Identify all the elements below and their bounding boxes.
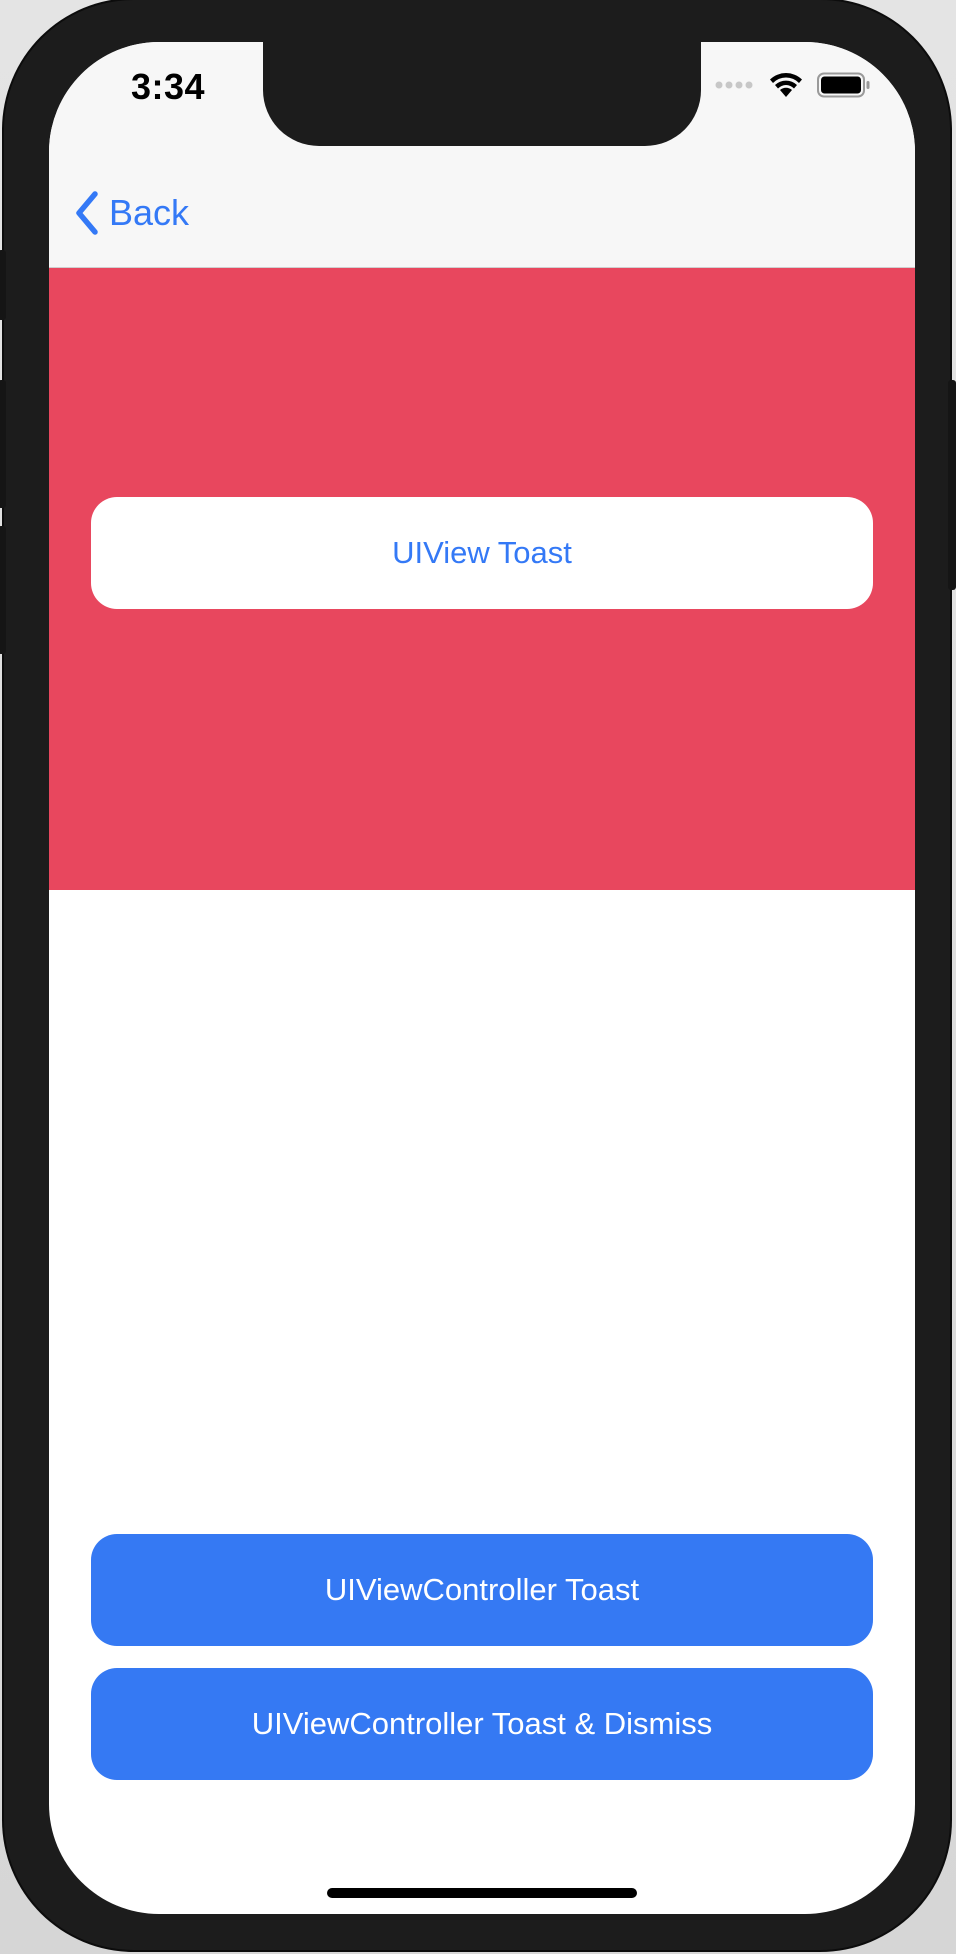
signal-icon <box>715 81 753 89</box>
uiview-toast-label: UIView Toast <box>392 535 572 570</box>
device-notch <box>263 42 701 146</box>
navigation-bar: Back <box>49 168 915 268</box>
uiviewcontroller-toast-dismiss-label: UIViewController Toast & Dismiss <box>251 1706 713 1741</box>
phone-screen: 3:34 Back UIView Toast UIViewController … <box>49 42 915 1914</box>
uiviewcontroller-toast-dismiss-button[interactable]: UIViewController Toast & Dismiss <box>91 1668 873 1780</box>
status-icons <box>715 72 871 98</box>
uiview-toast-button[interactable]: UIView Toast <box>91 497 873 609</box>
status-time: 3:34 <box>131 66 206 107</box>
wifi-icon <box>770 73 802 97</box>
chevron-left-icon <box>76 191 98 235</box>
volume-down-button <box>0 526 6 654</box>
volume-up-button <box>0 380 6 508</box>
uiviewcontroller-toast-button[interactable]: UIViewController Toast <box>91 1534 873 1646</box>
battery-icon <box>817 72 870 98</box>
power-button <box>948 380 956 590</box>
back-button-label: Back <box>109 192 190 233</box>
phone-frame: 3:34 Back UIView Toast UIViewController … <box>0 0 956 1950</box>
back-button[interactable]: Back <box>73 190 189 236</box>
uiviewcontroller-toast-label: UIViewController Toast <box>324 1572 640 1607</box>
home-indicator[interactable] <box>327 1888 637 1898</box>
silent-switch <box>0 250 6 320</box>
